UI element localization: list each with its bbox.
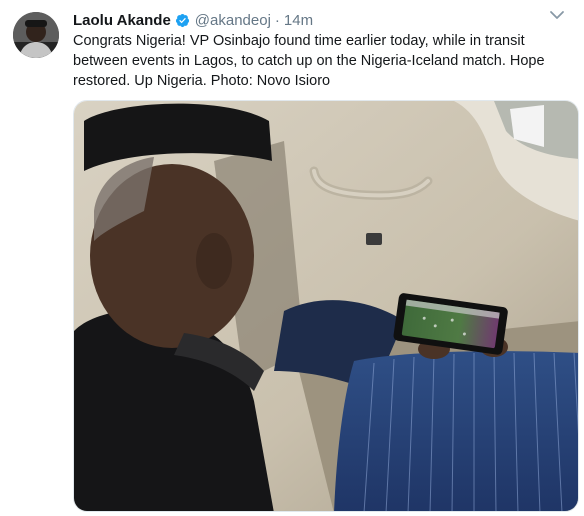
tweet-timestamp[interactable]: 14m [284,12,313,29]
avatar[interactable] [13,12,59,58]
tweet-photo[interactable] [73,100,579,512]
author-handle[interactable]: @akandeoj [195,12,271,29]
tweet-card: Laolu Akande @akandeoj · 14m Congrats Ni… [0,0,584,516]
avatar-image [13,12,59,58]
tweet-header: Laolu Akande @akandeoj · 14m [73,10,544,30]
author-name[interactable]: Laolu Akande [73,12,171,29]
photo-image [74,101,578,511]
chevron-down-icon[interactable] [548,8,566,22]
separator-dot: · [274,11,280,29]
tweet-text: Congrats Nigeria! VP Osinbajo found time… [73,33,545,89]
verified-badge-icon [175,13,190,28]
